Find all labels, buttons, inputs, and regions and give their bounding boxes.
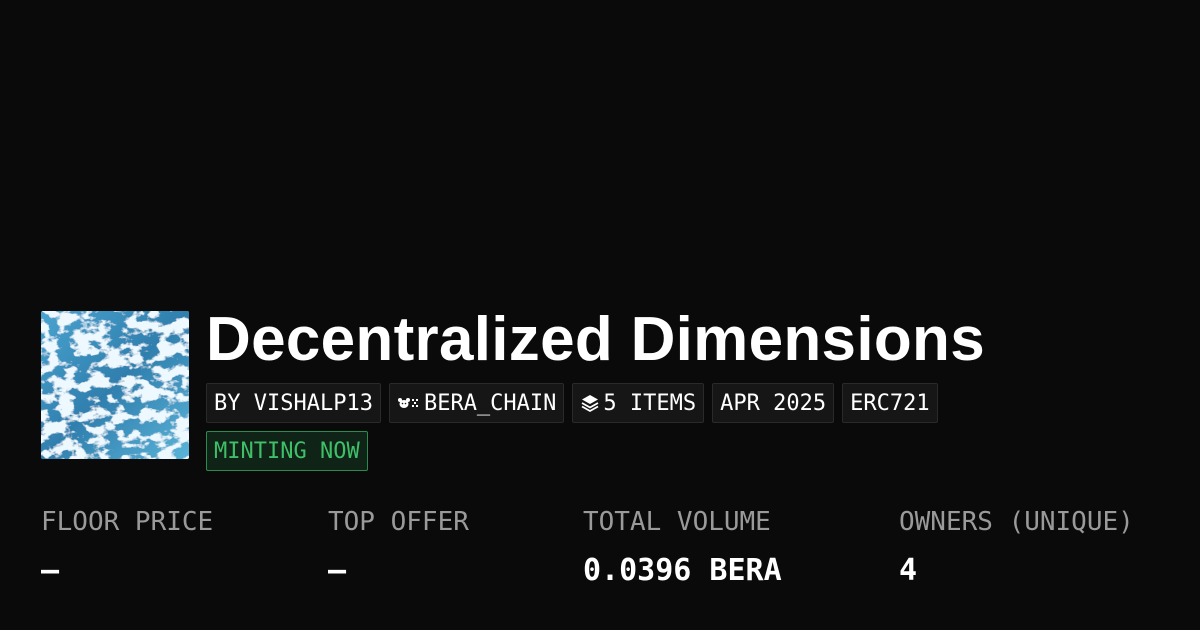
minting-status-label: MINTING NOW (214, 438, 360, 464)
stat-value: – (328, 553, 347, 588)
minting-status-badge[interactable]: MINTING NOW (206, 431, 368, 471)
stat-label: TOTAL VOLUME (583, 507, 771, 537)
stat-value: 4 (899, 553, 918, 588)
stat-label: FLOOR PRICE (41, 507, 214, 537)
stat-label: OWNERS (UNIQUE) (899, 507, 1134, 537)
collection-tags: BY VISHALP13 BERA_CHAIN 5 ITEMS APR 2025… (206, 383, 938, 423)
stat-total-volume: TOTAL VOLUME 0.0396 BERA (583, 500, 782, 598)
collection-image[interactable] (41, 311, 189, 459)
stat-floor-price: FLOOR PRICE – (41, 500, 213, 598)
creator-tag[interactable]: BY VISHALP13 (206, 383, 381, 423)
stat-owners-unique: OWNERS (UNIQUE) 4 (899, 500, 1134, 598)
stat-value: 0.0396 BERA (583, 553, 782, 588)
stat-label: TOP OFFER (328, 507, 469, 537)
items-label: 5 ITEMS (603, 390, 697, 416)
standard-tag: ERC721 (842, 383, 938, 423)
layers-icon (580, 393, 600, 413)
collection-title: Decentralized Dimensions (206, 305, 985, 374)
stat-value: – (41, 553, 60, 588)
date-tag: APR 2025 (712, 383, 835, 423)
chain-tag[interactable]: BERA_CHAIN (388, 383, 565, 423)
standard-label: ERC721 (850, 390, 930, 416)
date-label: APR 2025 (720, 390, 827, 416)
stat-top-offer: TOP OFFER – (328, 500, 469, 598)
chain-label: BERA_CHAIN (423, 390, 557, 416)
bera-chain-icon (397, 396, 421, 410)
creator-label: BY VISHALP13 (214, 390, 373, 416)
items-tag[interactable]: 5 ITEMS (572, 383, 705, 423)
